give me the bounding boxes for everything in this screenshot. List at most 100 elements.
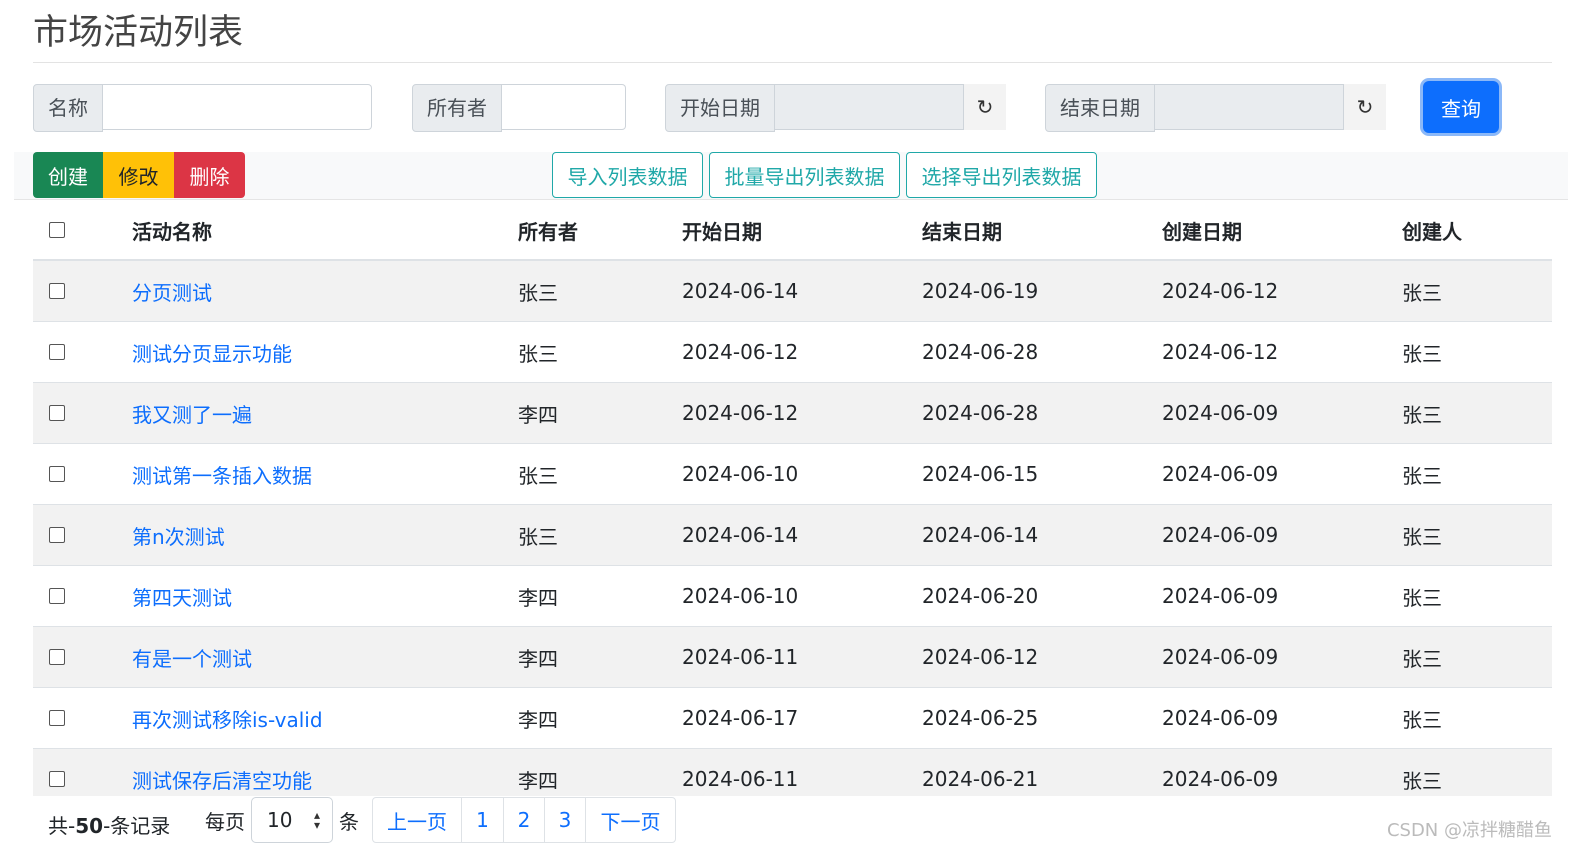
owner-filter-group: 所有者 <box>412 84 626 132</box>
owner-cell: 李四 <box>518 402 558 427</box>
end-date-input[interactable] <box>1155 84 1344 130</box>
row-checkbox[interactable] <box>49 466 65 482</box>
table-row: 测试第一条插入数据 张三 2024-06-10 2024-06-15 2024-06-0… <box>33 444 1552 505</box>
pager: 上一页 1 2 3 下一页 <box>372 797 676 843</box>
total-prefix: 共- <box>48 814 76 838</box>
row-checkbox[interactable] <box>49 344 65 360</box>
page-size-value: 10 <box>267 808 293 832</box>
created-date-cell: 2024-06-09 <box>1162 401 1279 425</box>
activity-name-link[interactable]: 我又测了一遍 <box>132 383 252 443</box>
created-date-cell: 2024-06-09 <box>1162 584 1279 608</box>
next-page-button[interactable]: 下一页 <box>585 797 676 843</box>
activity-table: 活动名称 所有者 开始日期 结束日期 创建日期 创建人 分页测试 张三 2024-0… <box>33 201 1552 810</box>
end-date-cell: 2024-06-14 <box>922 523 1039 547</box>
activity-name-link[interactable]: 测试分页显示功能 <box>132 322 292 382</box>
owner-cell: 张三 <box>518 463 558 488</box>
created-date-cell: 2024-06-09 <box>1162 645 1279 669</box>
owner-filter-input[interactable] <box>502 84 626 130</box>
select-arrows-icon: ▴ ▾ <box>313 808 320 832</box>
end-date-cell: 2024-06-20 <box>922 584 1039 608</box>
end-date-refresh-icon[interactable]: ↻ <box>1344 84 1386 130</box>
table-body: 分页测试 张三 2024-06-14 2024-06-19 2024-06-12 张三 测试… <box>33 261 1552 810</box>
per-page-label: 每页 <box>205 810 245 834</box>
export-all-button[interactable]: 批量导出列表数据 <box>709 152 900 198</box>
creator-cell: 张三 <box>1402 341 1442 366</box>
activity-name-link[interactable]: 再次测试移除is-valid <box>132 688 323 748</box>
start-date-cell: 2024-06-12 <box>682 340 799 364</box>
start-date-cell: 2024-06-14 <box>682 279 799 303</box>
owner-cell: 张三 <box>518 280 558 305</box>
start-date-refresh-icon[interactable]: ↻ <box>964 84 1006 130</box>
header-owner: 所有者 <box>518 219 578 244</box>
select-all-checkbox-cell <box>49 201 65 259</box>
total-suffix: -条记录 <box>103 814 171 838</box>
activity-name-link[interactable]: 有是一个测试 <box>132 627 252 687</box>
end-date-cell: 2024-06-28 <box>922 340 1039 364</box>
row-checkbox[interactable] <box>49 649 65 665</box>
header-creator: 创建人 <box>1402 219 1462 244</box>
created-date-cell: 2024-06-09 <box>1162 706 1279 730</box>
export-selected-button[interactable]: 选择导出列表数据 <box>906 152 1097 198</box>
owner-cell: 李四 <box>518 707 558 732</box>
creator-cell: 张三 <box>1402 524 1442 549</box>
row-checkbox-cell <box>49 566 65 626</box>
page-2-button[interactable]: 2 <box>503 797 545 843</box>
activity-name-link[interactable]: 分页测试 <box>132 261 212 321</box>
title-divider <box>33 62 1552 63</box>
page-1-button[interactable]: 1 <box>461 797 504 843</box>
created-date-cell: 2024-06-09 <box>1162 523 1279 547</box>
row-checkbox-cell <box>49 383 65 443</box>
name-filter-label: 名称 <box>33 84 103 132</box>
total-records: 共-50-条记录 <box>48 810 170 839</box>
name-filter-input[interactable] <box>103 84 372 130</box>
end-date-label: 结束日期 <box>1045 84 1155 132</box>
table-header-row: 活动名称 所有者 开始日期 结束日期 创建日期 创建人 <box>33 201 1552 261</box>
page-title: 市场活动列表 <box>33 13 244 53</box>
activity-name-link[interactable]: 第n次测试 <box>132 505 225 565</box>
table-row: 第四天测试 李四 2024-06-10 2024-06-20 2024-06-09 张三 <box>33 566 1552 627</box>
prev-page-button[interactable]: 上一页 <box>372 797 462 843</box>
creator-cell: 张三 <box>1402 707 1442 732</box>
row-checkbox[interactable] <box>49 405 65 421</box>
owner-cell: 张三 <box>518 524 558 549</box>
row-checkbox-cell <box>49 688 65 748</box>
table-row: 有是一个测试 李四 2024-06-11 2024-06-12 2024-06-09 张三 <box>33 627 1552 688</box>
import-button[interactable]: 导入列表数据 <box>552 152 703 198</box>
end-date-filter-group: 结束日期 ↻ <box>1045 84 1386 132</box>
table-row: 第n次测试 张三 2024-06-14 2024-06-14 2024-06-09 张三 <box>33 505 1552 566</box>
start-date-cell: 2024-06-14 <box>682 523 799 547</box>
query-button[interactable]: 查询 <box>1423 81 1499 133</box>
activity-name-link[interactable]: 第四天测试 <box>132 566 232 626</box>
row-checkbox[interactable] <box>49 588 65 604</box>
owner-cell: 李四 <box>518 646 558 671</box>
header-created-date: 创建日期 <box>1162 219 1242 244</box>
start-date-cell: 2024-06-10 <box>682 462 799 486</box>
action-toolbar: 创建 修改 删除 导入列表数据 批量导出列表数据 选择导出列表数据 <box>14 152 1568 200</box>
header-name: 活动名称 <box>132 219 212 244</box>
header-start-date: 开始日期 <box>682 219 762 244</box>
start-date-cell: 2024-06-10 <box>682 584 799 608</box>
end-date-cell: 2024-06-25 <box>922 706 1039 730</box>
row-checkbox[interactable] <box>49 710 65 726</box>
table-row: 分页测试 张三 2024-06-14 2024-06-19 2024-06-12 张三 <box>33 261 1552 322</box>
row-checkbox-cell <box>49 505 65 565</box>
unit-label: 条 <box>339 810 359 834</box>
table-row: 测试分页显示功能 张三 2024-06-12 2024-06-28 2024-06-12… <box>33 322 1552 383</box>
start-date-input[interactable] <box>775 84 964 130</box>
total-count: 50 <box>75 814 104 838</box>
creator-cell: 张三 <box>1402 463 1442 488</box>
page-size-select[interactable]: 10 ▴ ▾ <box>251 797 333 843</box>
start-date-cell: 2024-06-17 <box>682 706 799 730</box>
delete-button[interactable]: 删除 <box>174 152 245 198</box>
page-3-button[interactable]: 3 <box>544 797 586 843</box>
row-checkbox[interactable] <box>49 527 65 543</box>
edit-button[interactable]: 修改 <box>103 152 174 198</box>
start-date-filter-group: 开始日期 ↻ <box>665 84 1006 132</box>
start-date-cell: 2024-06-12 <box>682 401 799 425</box>
row-checkbox[interactable] <box>49 283 65 299</box>
activity-name-link[interactable]: 测试第一条插入数据 <box>132 444 312 504</box>
watermark: CSDN @凉拌糖醋鱼 <box>1386 820 1552 841</box>
create-button[interactable]: 创建 <box>33 152 103 198</box>
select-all-checkbox[interactable] <box>49 222 65 238</box>
row-checkbox[interactable] <box>49 771 65 787</box>
